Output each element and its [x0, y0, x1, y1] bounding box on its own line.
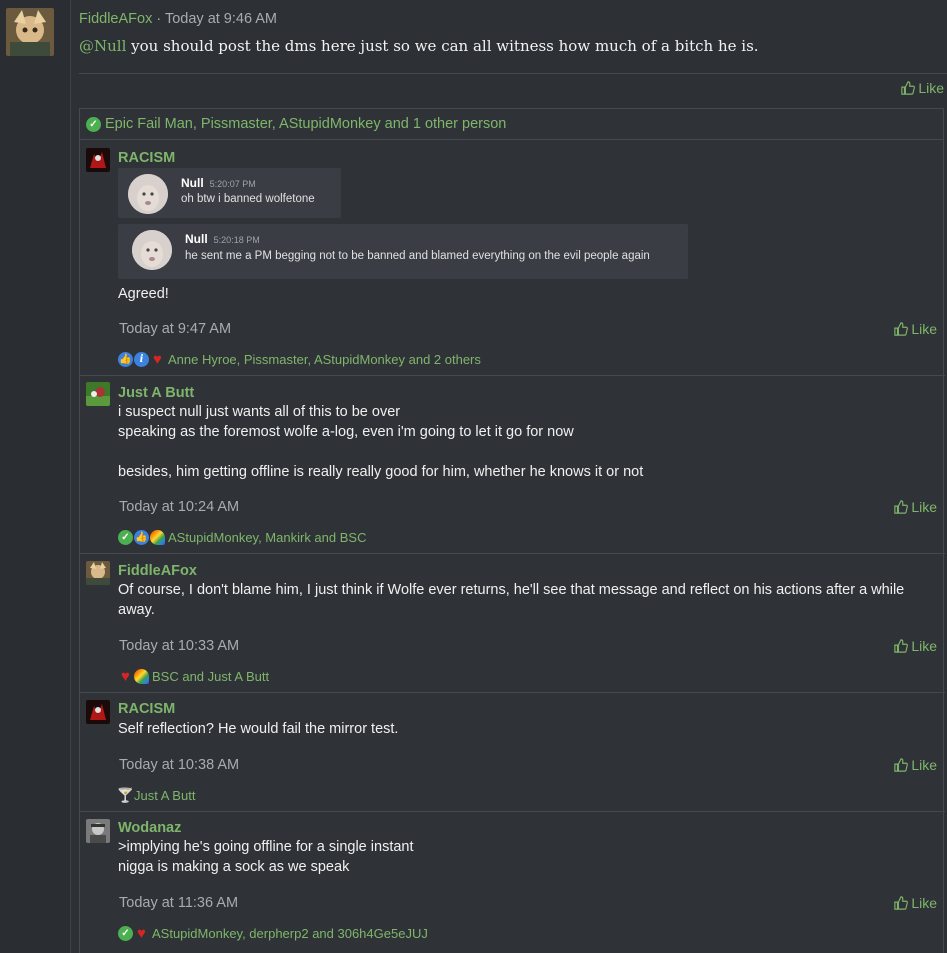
like-button[interactable]: Like [894, 895, 937, 911]
poster-avatar[interactable] [6, 8, 54, 56]
like-button[interactable]: Like [901, 80, 944, 96]
reply-item: RACISM Null 5:20:07 PM oh btw i banned wo… [80, 140, 945, 376]
embed-message: he sent me a PM begging not to be banned… [185, 250, 650, 262]
post-text: you should post the dms here just so we … [126, 37, 759, 55]
left-gutter [0, 0, 71, 953]
reply-text: Agreed! [118, 286, 169, 302]
reactions-summary-text[interactable]: Epic Fail Man, Pissmaster, AStupidMonkey… [105, 116, 506, 132]
reply-item: Just A Butt i suspect null just wants al… [80, 376, 945, 554]
reaction-users[interactable]: AStupidMonkey, Mankirk and BSC [168, 530, 366, 545]
embed-avatar [128, 174, 168, 214]
info-reaction-icon: i [134, 352, 149, 367]
check-reaction-icon: ✓ [86, 116, 101, 132]
thumbs-up-icon [894, 322, 909, 336]
reply-avatar[interactable] [86, 148, 110, 172]
rainbow-reaction-icon [134, 669, 149, 684]
like-reaction-icon: 👍 [134, 530, 149, 545]
reply-item: FiddleAFox Of course, I don't blame him,… [80, 554, 945, 693]
reply-text: Self reflection? He would fail the mirro… [118, 719, 398, 739]
like-button[interactable]: Like [894, 757, 937, 773]
thumbs-up-icon [894, 500, 909, 514]
like-label: Like [911, 895, 937, 911]
like-label: Like [911, 321, 937, 337]
reply-line [118, 442, 643, 462]
reply-line: Self reflection? He would fail the mirro… [118, 721, 399, 737]
embed-author: Null 5:20:07 PM [181, 176, 256, 190]
reply-text: >implying he's going offline for a singl… [118, 837, 414, 877]
reaction-users[interactable]: Anne Hyroe, Pissmaster, AStupidMonkey an… [168, 352, 481, 367]
reply-username[interactable]: FiddleAFox [118, 563, 197, 579]
quoted-message-embed: Null 5:20:18 PM he sent me a PM begging n… [118, 224, 688, 279]
reply-line: speaking as the foremost wolfe a-log, ev… [118, 424, 574, 440]
reply-timestamp[interactable]: Today at 11:36 AM [119, 895, 238, 911]
thumbs-up-icon [894, 639, 909, 653]
reply-username[interactable]: RACISM [118, 150, 175, 166]
reply-item: Wodanaz >implying he's going offline for… [80, 812, 945, 953]
reaction-list[interactable]: 👍 i ♥ Anne Hyroe, Pissmaster, AStupidMon… [118, 351, 481, 368]
like-reaction-icon: 👍 [118, 352, 133, 367]
like-label: Like [911, 638, 937, 654]
poster-username[interactable]: FiddleAFox [79, 11, 152, 27]
post-header: FiddleAFox · Today at 9:46 AM [79, 11, 277, 27]
reaction-list[interactable]: ✓ ♥ AStupidMonkey, derpherp2 and 306h4Ge… [118, 925, 428, 942]
reply-line: i suspect null just wants all of this to… [118, 404, 401, 420]
cocktail-reaction-icon: 🍸 [116, 787, 135, 803]
reply-line: >implying he's going offline for a singl… [118, 839, 414, 855]
reply-thread: RACISM Null 5:20:07 PM oh btw i banned wo… [79, 140, 945, 953]
embed-avatar [132, 230, 172, 270]
embed-message: oh btw i banned wolfetone [181, 193, 315, 205]
reply-line: away. [118, 602, 155, 618]
like-label: Like [911, 757, 937, 773]
check-reaction-icon: ✓ [118, 926, 133, 941]
like-button[interactable]: Like [894, 321, 937, 337]
thumbs-up-icon [894, 896, 909, 910]
reaction-users[interactable]: Just A Butt [134, 788, 195, 803]
reply-username[interactable]: Wodanaz [118, 820, 181, 836]
like-label: Like [918, 80, 944, 96]
heart-reaction-icon: ♥ [137, 925, 146, 942]
mention-link[interactable]: @Null [79, 37, 126, 55]
reply-avatar[interactable] [86, 382, 110, 406]
heart-reaction-icon: ♥ [153, 351, 162, 368]
reply-avatar[interactable] [86, 819, 110, 843]
like-button[interactable]: Like [894, 499, 937, 515]
like-button[interactable]: Like [894, 638, 937, 654]
reply-text: i suspect null just wants all of this to… [118, 402, 643, 482]
reply-line: Of course, I don't blame him, I just thi… [118, 582, 905, 598]
reply-timestamp[interactable]: Today at 9:47 AM [119, 321, 231, 337]
embed-time: 5:20:07 PM [209, 179, 256, 189]
quoted-message-embed: Null 5:20:07 PM oh btw i banned wolfetone [118, 168, 341, 218]
reply-timestamp[interactable]: Today at 10:38 AM [119, 757, 239, 773]
reply-timestamp[interactable]: Today at 10:33 AM [119, 638, 239, 654]
reply-username[interactable]: Just A Butt [118, 385, 194, 401]
reaction-list[interactable]: 🍸 Just A Butt [116, 787, 196, 803]
post-divider [79, 73, 947, 74]
reply-line: nigga is making a sock as we speak [118, 859, 350, 875]
reply-text: Of course, I don't blame him, I just thi… [118, 580, 904, 620]
reaction-users[interactable]: AStupidMonkey, derpherp2 and 306h4Ge5eJU… [152, 926, 428, 941]
post-body: @Null you should post the dms here just … [79, 37, 759, 55]
reaction-users[interactable]: BSC and Just A Butt [152, 669, 269, 684]
rainbow-reaction-icon [150, 530, 165, 545]
check-reaction-icon: ✓ [118, 530, 133, 545]
embed-time: 5:20:18 PM [213, 235, 260, 245]
thumbs-up-icon [901, 81, 916, 95]
reaction-list[interactable]: ✓ 👍 AStupidMonkey, Mankirk and BSC [118, 530, 366, 545]
reply-timestamp[interactable]: Today at 10:24 AM [119, 499, 239, 515]
post-timestamp[interactable]: · Today at 9:46 AM [152, 11, 277, 27]
reply-avatar[interactable] [86, 700, 110, 724]
reply-item: RACISM Self reflection? He would fail th… [80, 693, 945, 812]
heart-reaction-icon: ♥ [121, 668, 130, 685]
like-label: Like [911, 499, 937, 515]
reply-line: besides, him getting offline is really r… [118, 464, 644, 480]
thumbs-up-icon [894, 758, 909, 772]
reply-username[interactable]: RACISM [118, 701, 175, 717]
reactions-summary-bar[interactable]: ✓ Epic Fail Man, Pissmaster, AStupidMonk… [79, 108, 944, 140]
reaction-list[interactable]: ♥ BSC and Just A Butt [118, 668, 269, 685]
reply-avatar[interactable] [86, 561, 110, 585]
embed-author: Null 5:20:18 PM [185, 232, 260, 246]
